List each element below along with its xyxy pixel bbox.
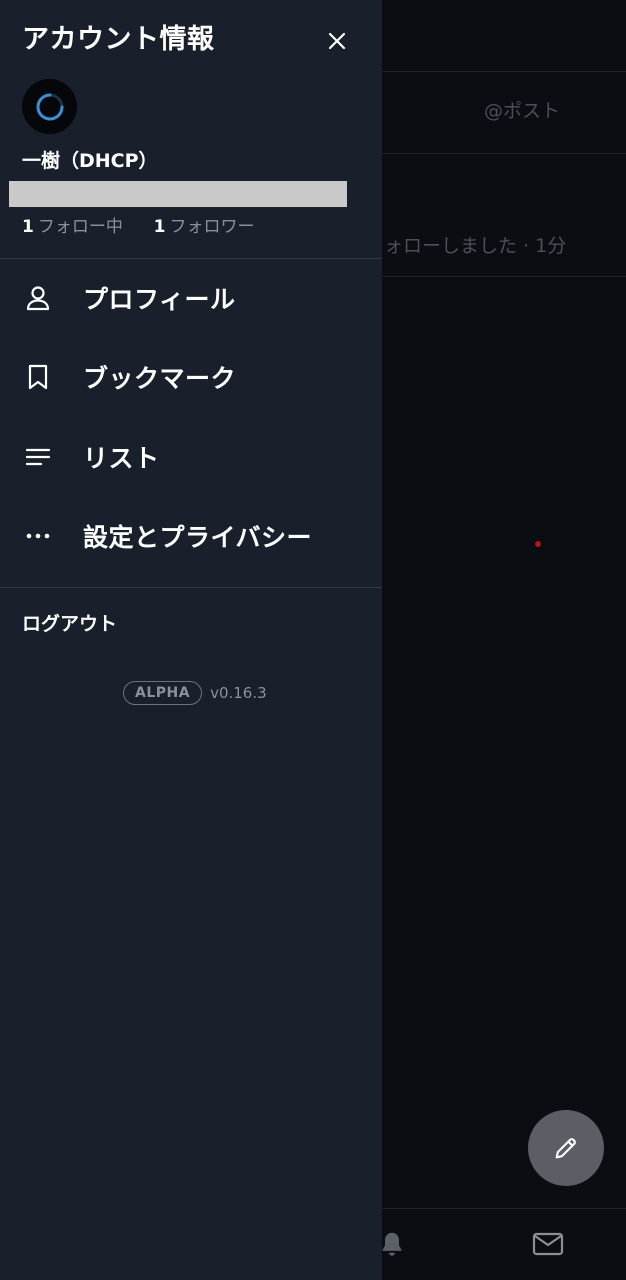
person-icon — [22, 282, 54, 314]
display-name: 一樹（DHCP） — [22, 150, 158, 172]
background-row-divider — [382, 276, 626, 277]
menu-item-label: 設定とプライバシー — [83, 523, 313, 552]
following-link[interactable]: 1 フォロー中 — [22, 217, 128, 237]
following-count: 1 — [22, 217, 34, 237]
background-tab-post: @ポスト — [484, 100, 561, 122]
menu-item-lists[interactable]: リスト — [0, 421, 382, 493]
account-drawer: アカウント情報 一樹（DHCP） 1 フォロー中 1 フォロワー プロフィール … — [0, 0, 382, 1280]
drawer-title: アカウント情報 — [22, 24, 215, 55]
background-tab-divider — [382, 153, 626, 154]
close-button[interactable] — [320, 24, 354, 58]
menu-item-bookmarks[interactable]: ブックマーク — [0, 341, 382, 413]
avatar[interactable] — [22, 79, 77, 134]
menu-item-settings-privacy[interactable]: 設定とプライバシー — [0, 500, 382, 572]
menu-item-label: プロフィール — [83, 285, 236, 314]
background-indicator-dot — [535, 541, 541, 547]
version-info: ALPHA v0.16.3 — [123, 681, 267, 705]
screen: @ポスト ォローしました · 1分 アカウント情報 一樹（DHCP） 1 フォロ… — [0, 0, 626, 1280]
followers-link[interactable]: 1 フォロワー — [154, 217, 255, 237]
mail-icon[interactable] — [532, 1230, 564, 1258]
list-icon — [22, 441, 54, 473]
following-label: フォロー中 — [37, 217, 123, 237]
background-header-divider — [382, 71, 626, 72]
bottom-nav-bar — [382, 1208, 626, 1280]
drawer-divider-top — [0, 258, 382, 259]
compose-button[interactable] — [528, 1110, 604, 1186]
background-notification-text: ォローしました · 1分 — [384, 235, 567, 257]
followers-count: 1 — [153, 217, 166, 237]
menu-item-label: リスト — [83, 444, 160, 473]
menu-item-label: ブックマーク — [83, 364, 237, 393]
drawer-divider-bottom — [0, 587, 382, 588]
redacted-handle — [9, 181, 347, 207]
alpha-badge: ALPHA — [123, 681, 203, 705]
loading-spinner-icon — [36, 93, 63, 120]
version-text: v0.16.3 — [210, 684, 267, 702]
pencil-icon — [555, 1138, 576, 1159]
close-icon — [328, 32, 346, 50]
menu-item-profile[interactable]: プロフィール — [0, 262, 382, 334]
followers-label: フォロワー — [169, 217, 255, 237]
follow-stats: 1 フォロー中 1 フォロワー — [22, 214, 255, 240]
logout-button[interactable]: ログアウト — [22, 610, 117, 638]
more-icon — [22, 520, 54, 552]
bookmark-icon — [22, 361, 54, 393]
